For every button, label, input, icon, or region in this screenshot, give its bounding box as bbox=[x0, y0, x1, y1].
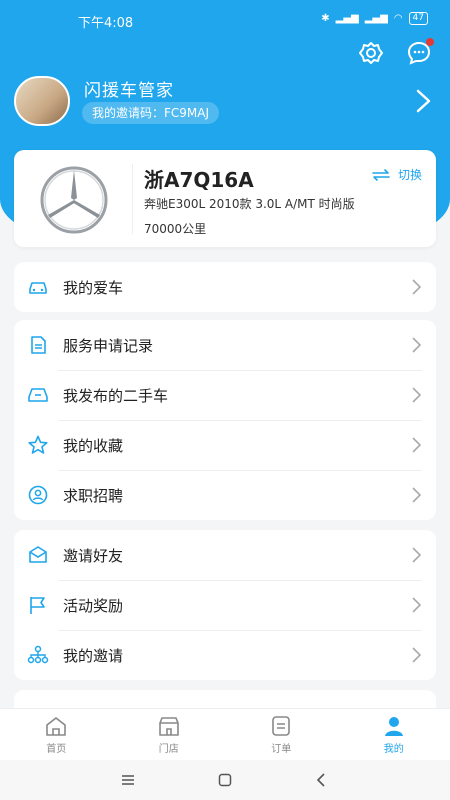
menu-icon[interactable] bbox=[120, 772, 136, 788]
menu-item-invite-friends[interactable]: 邀请好友 bbox=[14, 530, 436, 580]
chevron-right-icon bbox=[410, 646, 422, 664]
chevron-right-icon bbox=[410, 278, 422, 296]
license-plate: 浙A7Q16A bbox=[144, 168, 254, 192]
car-card[interactable]: 浙A7Q16A 切换 奔驰E300L 2010款 3.0L A/MT 时尚版 7… bbox=[14, 150, 436, 247]
flag-icon bbox=[27, 595, 49, 615]
menu-item-label: 我的收藏 bbox=[63, 437, 124, 455]
bottom-navigation: 首页 门店 订单 我的 bbox=[0, 708, 450, 760]
profile-header[interactable]: 闪援车管家 我的邀请码：FC9MAJ bbox=[14, 76, 434, 126]
chevron-right-icon bbox=[410, 386, 422, 404]
chevron-right-icon bbox=[410, 546, 422, 564]
menu-item-used-cars[interactable]: 我发布的二手车 bbox=[14, 370, 436, 420]
chevron-right-icon bbox=[410, 336, 422, 354]
user-name: 闪援车管家 bbox=[84, 81, 174, 101]
nav-mine[interactable]: 我的 bbox=[338, 709, 450, 760]
switch-label: 切换 bbox=[397, 168, 422, 182]
nav-label: 首页 bbox=[46, 744, 67, 755]
car-mileage: 70000公里 bbox=[144, 222, 207, 236]
chevron-right-icon bbox=[410, 436, 422, 454]
profile-arrow-icon[interactable] bbox=[412, 88, 434, 114]
used-car-icon bbox=[27, 385, 49, 405]
swap-icon bbox=[372, 168, 390, 181]
menu-item-rewards[interactable]: 活动奖励 bbox=[14, 580, 436, 630]
home-icon bbox=[46, 717, 67, 736]
star-icon bbox=[27, 435, 49, 455]
order-icon bbox=[272, 716, 291, 736]
store-icon bbox=[158, 717, 179, 736]
menu-item-my-invites[interactable]: 我的邀请 bbox=[14, 630, 436, 680]
menu-group-invite: 邀请好友 活动奖励 我的邀请 bbox=[14, 530, 436, 680]
back-icon[interactable] bbox=[314, 772, 330, 788]
menu-item-label: 我的爱车 bbox=[63, 279, 124, 297]
menu-item-favorites[interactable]: 我的收藏 bbox=[14, 420, 436, 470]
nav-label: 我的 bbox=[383, 744, 404, 755]
avatar[interactable] bbox=[14, 76, 70, 126]
mail-icon bbox=[27, 545, 49, 565]
menu-item-label: 我发布的二手车 bbox=[63, 387, 169, 405]
nav-label: 门店 bbox=[158, 744, 179, 755]
switch-car-button[interactable]: 切换 bbox=[372, 166, 422, 183]
user-icon bbox=[384, 717, 403, 736]
menu-item-label: 我的邀请 bbox=[63, 647, 124, 665]
status-time: 下午4:08 bbox=[78, 16, 134, 31]
menu-item-service-records[interactable]: 服务申请记录 bbox=[14, 320, 436, 370]
nav-home[interactable]: 首页 bbox=[0, 709, 113, 760]
menu-item-label: 活动奖励 bbox=[63, 597, 124, 615]
mercedes-logo-icon bbox=[38, 164, 110, 236]
menu-item-label: 服务申请记录 bbox=[63, 337, 154, 355]
home-square-icon[interactable] bbox=[217, 772, 233, 788]
settings-gear-icon[interactable] bbox=[358, 40, 384, 66]
document-icon bbox=[27, 335, 49, 355]
signal-icon-2: ▂▄▆ bbox=[364, 13, 388, 24]
wifi-icon: ◠ bbox=[393, 13, 403, 24]
menu-item-jobs[interactable]: 求职招聘 bbox=[14, 470, 436, 520]
menu-group-services: 服务申请记录 我发布的二手车 我的收藏 求职招聘 bbox=[14, 320, 436, 520]
car-icon bbox=[27, 277, 49, 297]
chevron-right-icon bbox=[410, 596, 422, 614]
nav-orders[interactable]: 订单 bbox=[225, 709, 338, 760]
menu-item-label: 求职招聘 bbox=[63, 487, 124, 505]
bluetooth-icon: ✱ bbox=[321, 13, 330, 24]
menu-group-car: 我的爱车 bbox=[14, 262, 436, 312]
person-icon bbox=[27, 485, 49, 505]
invite-code-badge: 我的邀请码：FC9MAJ bbox=[82, 102, 220, 124]
battery-indicator: 47 bbox=[408, 12, 428, 25]
message-icon[interactable] bbox=[406, 38, 434, 66]
car-model: 奔驰E300L 2010款 3.0L A/MT 时尚版 bbox=[144, 197, 355, 211]
system-navigation-bar bbox=[0, 760, 450, 800]
chevron-right-icon bbox=[410, 486, 422, 504]
network-icon bbox=[27, 645, 49, 665]
card-divider bbox=[132, 164, 133, 234]
signal-icon: ▂▄▆ bbox=[335, 13, 359, 24]
status-bar: 下午4:08 ✱ ▂▄▆ ▂▄▆ ◠ 47 bbox=[0, 8, 450, 34]
menu-item-my-car[interactable]: 我的爱车 bbox=[14, 262, 436, 312]
unread-dot bbox=[426, 38, 434, 46]
menu-item-label: 邀请好友 bbox=[63, 547, 124, 565]
nav-label: 订单 bbox=[271, 744, 292, 755]
nav-store[interactable]: 门店 bbox=[113, 709, 226, 760]
